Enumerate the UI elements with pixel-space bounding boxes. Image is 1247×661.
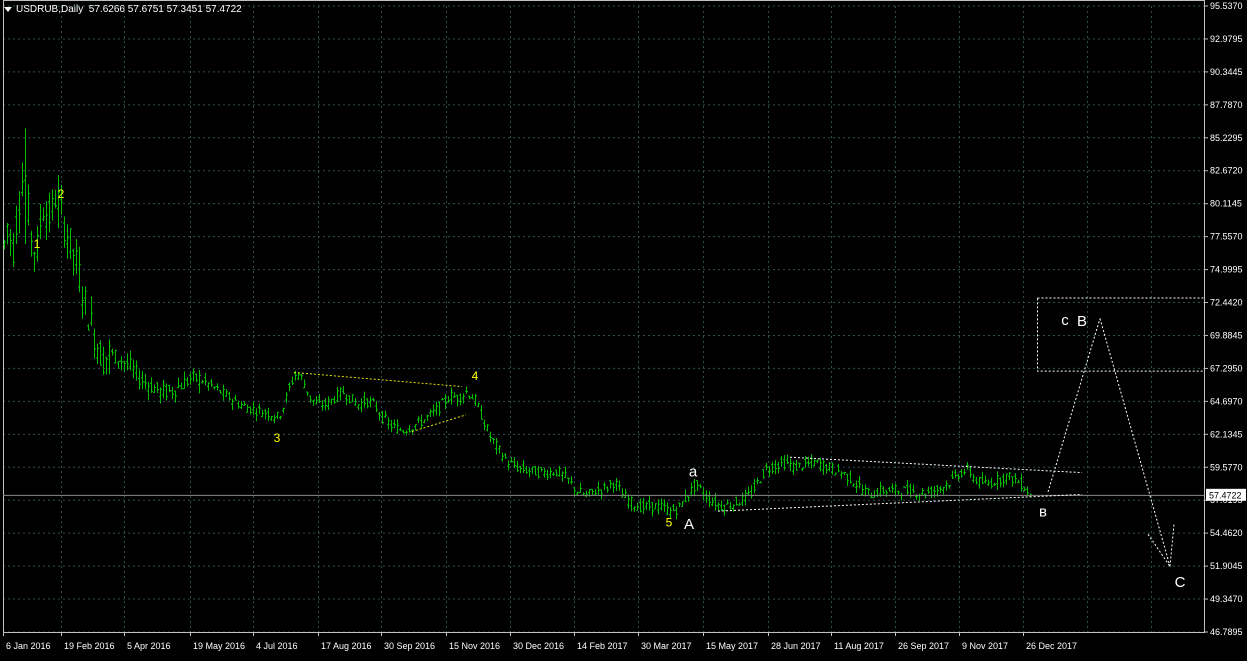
time-tick-label: 15 Nov 2016: [449, 641, 500, 651]
time-axis: 6 Jan 2016 19 Feb 2016 5 Apr 2016 19 May 20…: [4, 632, 1078, 651]
price-tick-label: 64.6970: [1210, 396, 1243, 406]
price-tick-label: 95.5370: [1210, 1, 1243, 11]
ohlc-values: 57.6266 57.6751 57.3451 57.4722: [89, 4, 242, 15]
chart-frame: [4, 1, 1205, 633]
price-tick-label: 59.5770: [1210, 462, 1243, 472]
time-tick-label: 26 Sep 2017: [898, 641, 949, 651]
chart-header: USDRUB,Daily 57.6266 57.6751 57.3451 57.…: [4, 4, 242, 15]
time-tick-label: 30 Dec 2016: [513, 641, 564, 651]
wave-label: 1: [34, 237, 41, 251]
time-tick-label: 17 Aug 2016: [321, 641, 372, 651]
wave-labels-layer: 1 2 3 4 5 a Aв cB C: [34, 187, 1186, 591]
time-tick-label: 11 Aug 2017: [834, 641, 884, 651]
wave-label: 3: [274, 431, 281, 445]
price-tick-label: 87.7870: [1210, 100, 1243, 110]
time-tick-label: 15 May 2017: [706, 641, 758, 651]
price-tick-label: 77.5570: [1210, 232, 1243, 242]
grid-layer: [3, 6, 1204, 632]
wave-label: a: [689, 463, 698, 480]
price-tick-label: 82.6720: [1210, 166, 1243, 176]
trend-line-yellow: [294, 372, 462, 386]
time-tick-label: 30 Mar 2017: [641, 641, 692, 651]
price-axis: 95.5370 92.9795 90.3445 87.7870 85.2295 82.67…: [1204, 0, 1247, 656]
price-tick-label: 51.9045: [1210, 561, 1243, 571]
price-tick-label: 80.1145: [1210, 199, 1242, 209]
current-price-label: 57.4722: [1209, 490, 1242, 500]
wave-label: 2: [58, 187, 65, 201]
wave-projection-line: [1048, 319, 1100, 492]
time-tick-label: 19 May 2016: [193, 641, 245, 651]
wave-label: 4: [472, 369, 479, 383]
price-tick-label: 46.7895: [1210, 627, 1243, 637]
wave-label: в: [1039, 503, 1047, 520]
candles-layer: [3, 128, 1032, 519]
price-chart[interactable]: 1 2 3 4 5 a Aв cB C 95.5370 92.9795 90.3445 87.7870 8…: [0, 0, 1247, 656]
wave-label: B: [1077, 313, 1087, 330]
time-tick-label: 14 Feb 2017: [577, 641, 628, 651]
time-tick-label: 26 Dec 2017: [1026, 641, 1077, 651]
wave-projection-line: [1170, 524, 1174, 566]
wave-label: c: [1061, 312, 1069, 329]
price-axis-bg: [1205, 0, 1247, 656]
trend-line-yellow: [412, 415, 466, 432]
time-tick-label: 5 Apr 2016: [127, 641, 171, 651]
price-tick-label: 67.2950: [1210, 363, 1243, 373]
chart-canvas[interactable]: 1 2 3 4 5 a Aв cB C 95.5370 92.9795 90.3445 87.7870 8…: [0, 0, 1247, 656]
wave-projection-line: [1100, 319, 1170, 567]
price-tick-label: 90.3445: [1210, 67, 1243, 77]
price-tick-label: 54.4620: [1210, 528, 1243, 538]
dropdown-triangle-icon[interactable]: [4, 7, 12, 12]
wave-label: C: [1175, 574, 1186, 591]
time-tick-label: 19 Feb 2016: [64, 641, 115, 651]
time-tick-label: 30 Sep 2016: [384, 641, 435, 651]
time-tick-label: 28 Jun 2017: [771, 641, 821, 651]
price-tick-label: 62.1345: [1210, 429, 1243, 439]
wave-label: 5: [666, 516, 673, 530]
time-tick-label: 6 Jan 2016: [6, 641, 51, 651]
time-tick-label: 9 Nov 2017: [962, 641, 1008, 651]
wave-label: A: [684, 516, 694, 533]
wave-projection-line: [718, 494, 1082, 511]
price-tick-label: 49.3470: [1210, 594, 1243, 604]
price-tick-label: 69.8845: [1210, 330, 1243, 340]
drawings-layer: [294, 298, 1247, 566]
price-tick-label: 85.2295: [1210, 133, 1243, 143]
symbol-label: USDRUB,Daily: [16, 4, 83, 15]
price-tick-label: 72.4420: [1210, 298, 1243, 308]
time-tick-label: 4 Jul 2016: [256, 641, 298, 651]
price-tick-label: 74.9995: [1210, 265, 1243, 275]
price-tick-label: 92.9795: [1210, 34, 1243, 44]
